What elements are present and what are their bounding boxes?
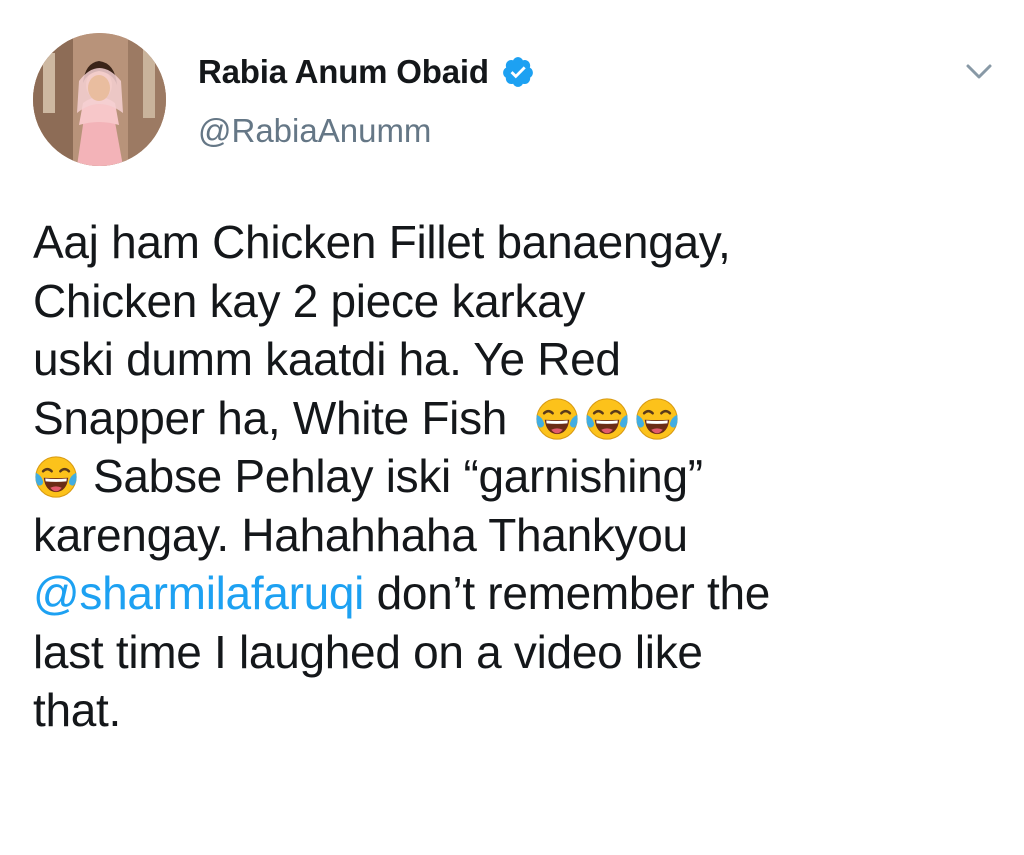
tweet-text-line: Aaj ham Chicken Fillet banaengay, — [33, 216, 731, 268]
face-with-tears-of-joy-icon — [634, 397, 679, 440]
face-with-tears-of-joy-icon — [34, 455, 78, 499]
tweet-text-line: karengay. Hahahhaha Thankyou — [33, 508, 688, 561]
avatar[interactable] — [33, 33, 166, 166]
face-with-tears-of-joy-icon — [584, 397, 629, 440]
author-name-row[interactable]: Rabia Anum Obaid — [198, 50, 535, 94]
tweet-text-line: @sharmilafaruqi don’t remember the — [33, 564, 993, 623]
tweet-text-segment: Snapper ha, White Fish — [33, 391, 508, 444]
author-handle[interactable]: @RabiaAnumm — [198, 112, 431, 150]
tweet-card: Rabia Anum Obaid @RabiaAnumm Aaj ham Chi… — [0, 0, 1024, 855]
tweet-text-segment: don’t remember the — [364, 567, 771, 619]
chevron-down-icon[interactable] — [962, 56, 996, 86]
profile-photo-icon — [33, 33, 166, 166]
face-with-tears-of-joy-icon — [534, 397, 579, 440]
tweet-text-line: Chicken kay 2 piece karkay — [33, 274, 586, 327]
tweet-text: Aaj ham Chicken Fillet banaengay, Chicke… — [33, 213, 993, 740]
mention-link[interactable]: @sharmilafaruqi — [33, 567, 364, 619]
verified-badge-icon — [502, 57, 533, 87]
tweet-text-line: Snapper ha, White Fish — [33, 389, 993, 448]
tweet-text-line: last time I laughed on a video like — [33, 625, 703, 678]
tweet-text-line: Sabse Pehlay iski “garnishing” — [33, 447, 993, 506]
tweet-text-segment: Sabse Pehlay iski “garnishing” — [93, 450, 703, 502]
tweet-text-line: that. — [33, 684, 122, 736]
tweet-text-line: uski dumm kaatdi ha. Ye Red — [33, 333, 621, 385]
author-display-name[interactable]: Rabia Anum Obaid — [198, 53, 489, 91]
